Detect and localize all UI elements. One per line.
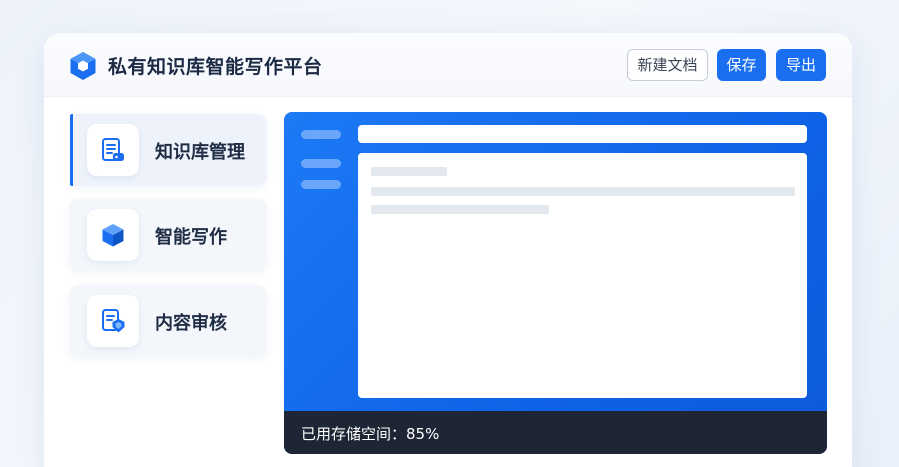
- sidebar-item-knowledge-base[interactable]: 知识库管理: [70, 114, 266, 186]
- sidebar-icon-box: [87, 295, 139, 347]
- cube-icon: [102, 224, 124, 247]
- editor-title-bar[interactable]: [358, 125, 807, 143]
- header-bar: 私有知识库智能写作平台 新建文档 保存 导出: [44, 33, 852, 97]
- text-line-placeholder: [371, 205, 549, 214]
- editor-preview-panel: 已用存储空间：85%: [284, 112, 827, 454]
- storage-usage-text: 已用存储空间：85%: [301, 425, 440, 443]
- text-line-placeholder: [371, 187, 795, 196]
- document-canvas[interactable]: [358, 153, 807, 398]
- editor-nav-line[interactable]: [301, 159, 341, 168]
- sidebar-item-label: 知识库管理: [155, 142, 245, 163]
- main-card: 私有知识库智能写作平台 新建文档 保存 导出 知识库管理 智能写作 内容审核 已…: [44, 33, 852, 467]
- app-title: 私有知识库智能写作平台: [108, 56, 323, 78]
- document-tag-icon: [102, 138, 124, 161]
- sidebar-icon-box: [87, 124, 139, 176]
- sidebar-icon-box: [87, 209, 139, 261]
- status-bar: 已用存储空间：85%: [284, 411, 827, 454]
- sidebar-item-label: 内容审核: [155, 313, 227, 334]
- sidebar-item-smart-writing[interactable]: 智能写作: [70, 199, 266, 271]
- sidebar-item-content-review[interactable]: 内容审核: [70, 285, 266, 357]
- active-indicator: [70, 114, 73, 186]
- new-document-button[interactable]: 新建文档: [627, 49, 708, 81]
- export-button[interactable]: 导出: [776, 49, 826, 81]
- text-line-placeholder: [371, 167, 447, 176]
- editor-nav-line[interactable]: [301, 180, 341, 189]
- save-button[interactable]: 保存: [717, 49, 766, 81]
- document-shield-icon: [102, 309, 125, 333]
- sidebar-item-label: 智能写作: [155, 227, 227, 248]
- editor-nav-line[interactable]: [301, 130, 341, 139]
- hexagon-logo-icon: [70, 52, 96, 80]
